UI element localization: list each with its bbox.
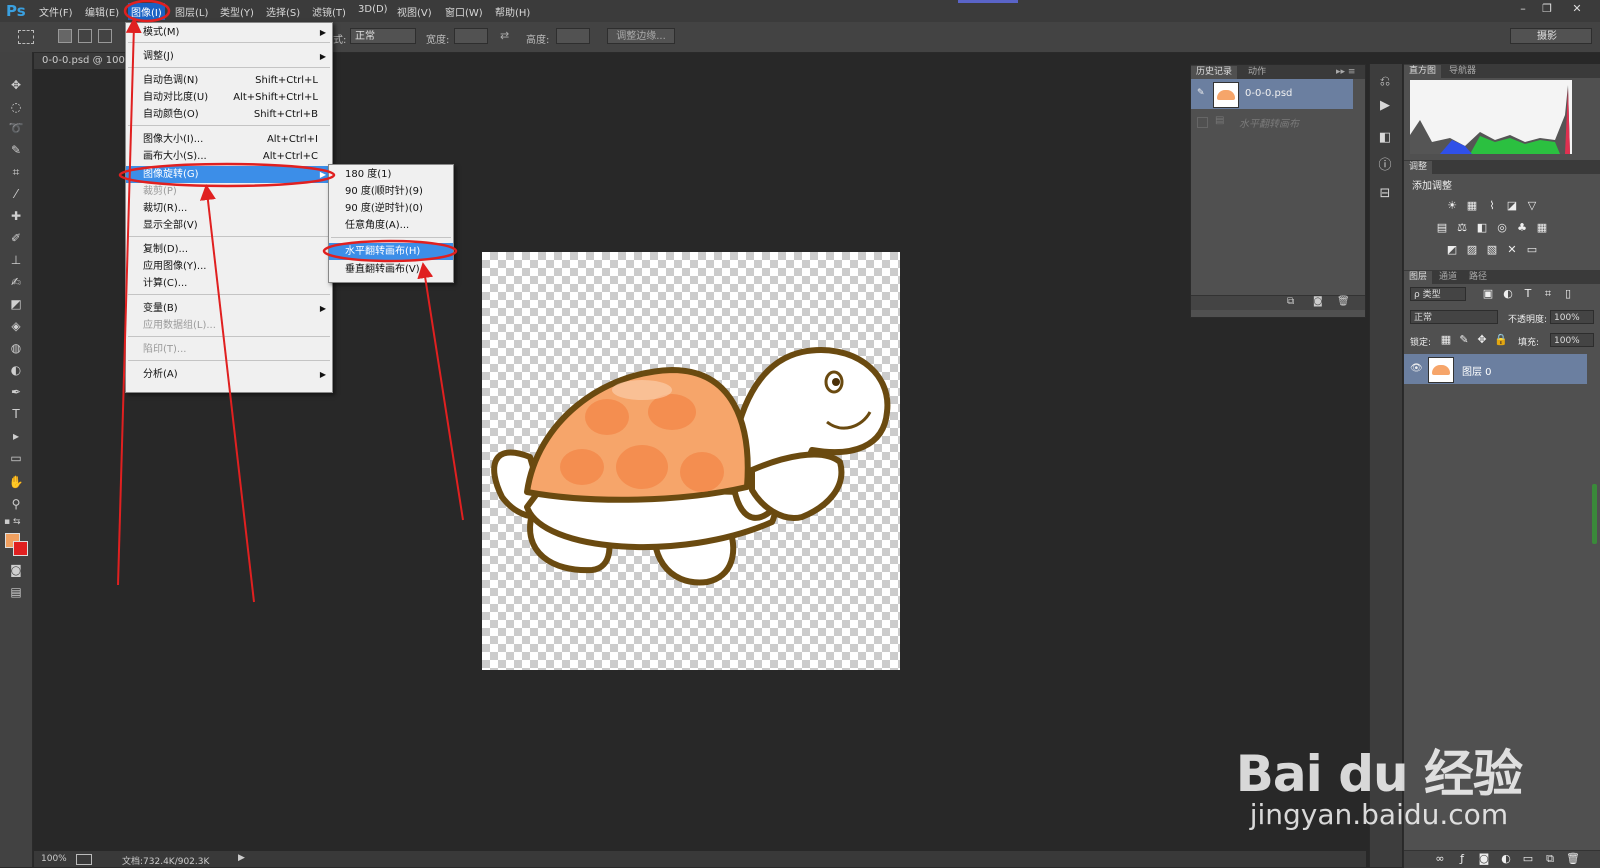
highlight-image-menu <box>123 0 171 23</box>
highlight-flip-horizontal <box>322 239 458 263</box>
watermark-url: jingyan.baidu.com <box>1249 798 1509 831</box>
highlight-image-rotation <box>118 162 336 188</box>
watermark-brand: Bai du 经验 <box>1235 745 1523 803</box>
arrow-to-image-rotation <box>199 184 255 603</box>
baidu-watermark: Bai du 经验 jingyan.baidu.com <box>1235 734 1523 831</box>
arrow-to-image-menu <box>117 17 142 586</box>
arrow-to-flip-horizontal <box>417 262 464 521</box>
